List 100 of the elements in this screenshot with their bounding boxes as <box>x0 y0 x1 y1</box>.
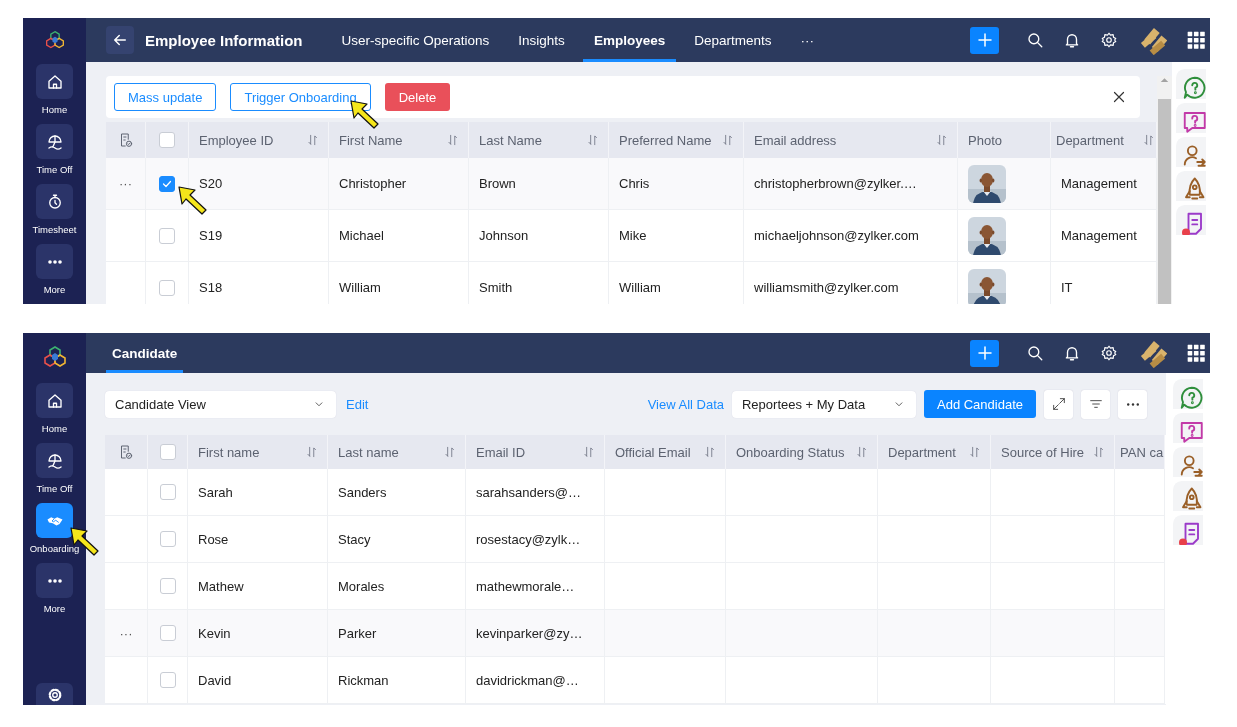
delete-button[interactable]: Delete <box>384 83 451 111</box>
add-button[interactable] <box>970 26 999 54</box>
sort-icon <box>446 133 460 147</box>
table-cell: michaeljohnson@zylker.com <box>744 210 958 262</box>
nav-label: Timesheet <box>32 224 77 235</box>
column-header[interactable]: Official Email <box>605 435 726 469</box>
column-header[interactable]: Employee ID <box>189 122 329 158</box>
table-cell: David <box>188 657 328 704</box>
nav-button[interactable] <box>36 124 73 159</box>
more-icon <box>47 578 62 583</box>
nav-button[interactable] <box>36 503 73 538</box>
nav-button[interactable] <box>36 184 73 219</box>
help-chat-icon[interactable] <box>1173 379 1203 409</box>
column-header[interactable]: Email ID <box>466 435 605 469</box>
link[interactable]: Edit <box>346 396 369 412</box>
settings-icon[interactable] <box>1100 344 1118 362</box>
expand-button[interactable] <box>1044 389 1073 419</box>
scrollbar-thumb[interactable] <box>1158 99 1171 304</box>
dropdown[interactable]: Candidate View <box>105 390 336 418</box>
table-cell: Mathew <box>188 563 328 610</box>
search-icon[interactable] <box>1026 344 1044 362</box>
checkbox[interactable] <box>159 578 176 594</box>
apps-grid-icon[interactable] <box>1186 30 1206 50</box>
sort-icon <box>703 445 717 459</box>
nav-tab[interactable]: Departments <box>683 18 783 62</box>
table-cell: S20 <box>189 158 329 210</box>
checkbox[interactable] <box>159 227 175 244</box>
nav-button[interactable] <box>36 244 73 279</box>
row-menu-button[interactable]: ··· <box>119 625 133 641</box>
column-header[interactable]: Last name <box>328 435 466 469</box>
apps-grid-icon[interactable] <box>1186 343 1206 363</box>
search-icon[interactable] <box>1026 31 1044 49</box>
column-header[interactable]: Onboarding Status <box>726 435 878 469</box>
nav-button[interactable] <box>36 683 73 705</box>
plus-icon <box>975 344 994 362</box>
help-message-icon[interactable] <box>1173 413 1203 443</box>
nav-tab[interactable]: Insights <box>507 18 576 62</box>
nav-label: Home <box>41 423 68 434</box>
column-header[interactable]: Photo <box>958 122 1051 158</box>
nav-button[interactable] <box>36 64 73 99</box>
link[interactable]: View All Data <box>647 396 724 412</box>
help-chat-icon[interactable] <box>1176 69 1206 99</box>
table-cell: Management <box>1051 158 1157 210</box>
back-button[interactable] <box>106 26 134 54</box>
table-cell: Stacy <box>328 516 466 563</box>
table-cell: Rose <box>188 516 328 563</box>
checkbox[interactable] <box>159 531 176 547</box>
checkbox[interactable] <box>159 444 176 460</box>
checkbox[interactable] <box>159 175 175 192</box>
rocket-icon[interactable] <box>1173 481 1203 511</box>
nav-button[interactable] <box>36 383 73 418</box>
table-cell: Kevin <box>188 610 328 657</box>
column-header[interactable]: Email address <box>744 122 958 158</box>
sort-icon <box>935 133 949 147</box>
table-cell: Christopher <box>329 158 469 210</box>
column-header[interactable]: Source of Hire <box>991 435 1115 469</box>
sort-icon <box>586 133 600 147</box>
checkbox[interactable] <box>159 625 176 641</box>
column-header[interactable]: Department <box>878 435 991 469</box>
column-header[interactable]: Last Name <box>469 122 609 158</box>
rocket-icon[interactable] <box>1176 171 1206 201</box>
table-cell: rosestacy@zylk… <box>466 516 605 563</box>
column-header[interactable]: Department <box>1051 122 1157 158</box>
sort-icon <box>582 445 596 459</box>
nav-label: Home <box>41 104 68 115</box>
user-swap-icon[interactable] <box>1176 137 1206 167</box>
action-button[interactable]: Mass update <box>114 83 217 111</box>
nav-button[interactable] <box>36 563 73 598</box>
settings-icon[interactable] <box>1100 31 1118 49</box>
primary-button[interactable]: Add Candidate <box>924 390 1036 418</box>
column-header[interactable] <box>106 122 146 158</box>
dropdown[interactable]: Reportees + My Data <box>732 390 916 418</box>
nav-label: More <box>43 284 66 295</box>
row-menu-button[interactable]: ··· <box>119 176 132 191</box>
column-header[interactable]: PAN ca <box>1115 435 1165 469</box>
nav-button[interactable] <box>36 443 73 478</box>
column-header[interactable]: Preferred Name <box>609 122 744 158</box>
checkbox[interactable] <box>159 672 176 688</box>
column-header[interactable]: First name <box>188 435 328 469</box>
sort-icon <box>855 445 869 459</box>
nav-tab[interactable]: User-specific Operations <box>330 18 501 62</box>
note-icon[interactable] <box>1173 515 1203 545</box>
checkbox[interactable] <box>159 279 175 296</box>
table-cell: Mike <box>609 210 744 262</box>
table-cell: Brown <box>469 158 609 210</box>
table-cell: Management <box>1051 210 1157 262</box>
nav-tab[interactable]: ··· <box>789 18 825 62</box>
column-header[interactable]: First Name <box>329 122 469 158</box>
checkbox[interactable] <box>159 132 175 148</box>
action-button[interactable]: Trigger Onboarding <box>230 83 371 111</box>
scrollbar[interactable] <box>1157 76 1172 304</box>
checkbox[interactable] <box>159 484 176 500</box>
nav-label: Time Off <box>36 164 73 175</box>
add-button[interactable] <box>970 339 999 367</box>
note-icon[interactable] <box>1176 205 1206 235</box>
help-message-icon[interactable] <box>1176 103 1206 133</box>
column-header[interactable] <box>105 435 148 469</box>
bell-icon[interactable] <box>1063 31 1081 49</box>
user-swap-icon[interactable] <box>1173 447 1203 477</box>
bell-icon[interactable] <box>1063 344 1081 362</box>
